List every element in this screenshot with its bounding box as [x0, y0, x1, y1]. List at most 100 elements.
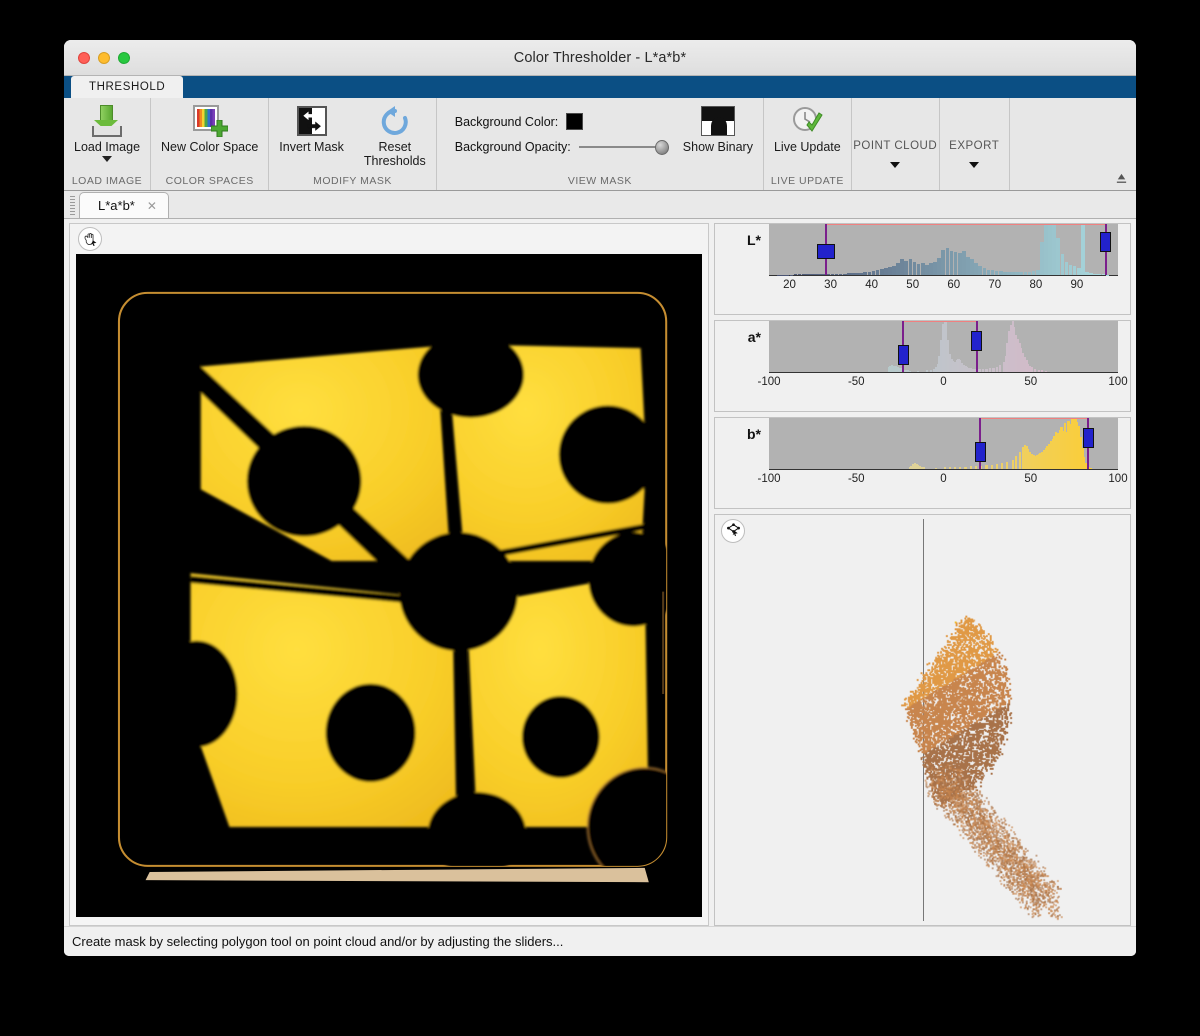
axis-tick: 100 [1108, 473, 1128, 485]
histogram-bin [1090, 467, 1093, 469]
histogram-bin [1097, 274, 1102, 275]
rotate-3d-icon[interactable] [721, 519, 745, 543]
histogram-bin [948, 466, 951, 469]
histogram-bin [1089, 273, 1093, 275]
histogram-bin [867, 271, 872, 275]
histogram-bin [1019, 272, 1024, 275]
histogram-bin [934, 467, 937, 469]
histogram-bin [900, 259, 905, 275]
histogram-plot-L[interactable] [769, 224, 1118, 276]
histogram-bin [988, 368, 992, 372]
histogram-bin [943, 467, 946, 469]
histogram-bin [1072, 266, 1077, 275]
threshold-handle-L-left[interactable] [817, 244, 836, 259]
histogram-bin [978, 369, 981, 372]
histogram-bin [995, 464, 998, 469]
load-image-button[interactable]: Load Image [64, 103, 150, 162]
axis-tick: 40 [865, 279, 879, 291]
histogram-bin [999, 365, 1002, 372]
axis-tick: 50 [1024, 473, 1038, 485]
histogram-bin [912, 262, 917, 275]
close-tab-icon[interactable]: ✕ [147, 199, 157, 213]
group-title-color-spaces: COLOR SPACES [165, 175, 254, 187]
live-update-button[interactable]: Live Update [764, 103, 851, 154]
group-title-view-mask: VIEW MASK [567, 175, 632, 187]
thresholded-image[interactable] [76, 254, 702, 917]
reset-thresholds-button[interactable]: Reset Thresholds [354, 103, 436, 168]
export-chevron-down-icon[interactable] [969, 162, 980, 168]
axis-tick: -100 [757, 473, 781, 485]
histogram-bin [1030, 367, 1033, 372]
histogram-ticks-b: -100 -50 0 50 100 [757, 471, 1127, 491]
histogram-bin [797, 274, 802, 275]
histogram-bin [981, 369, 985, 372]
histogram-bin [888, 267, 892, 275]
background-color-label: Background Color: [454, 114, 559, 129]
pan-hand-icon[interactable] [78, 227, 102, 251]
background-color-swatch[interactable] [566, 113, 584, 130]
reset-thresholds-label-line2: Thresholds [363, 154, 426, 168]
document-tab-lab[interactable]: L*a*b* ✕ [79, 192, 169, 218]
new-color-space-label: New Color Space [161, 140, 259, 154]
histogram-bin [1039, 242, 1044, 275]
show-binary-icon [700, 103, 735, 139]
histogram-bin [892, 265, 896, 275]
histogram-bin [1015, 456, 1018, 469]
histogram-bin [851, 273, 855, 275]
histogram-bin [871, 270, 876, 275]
histogram-bin [1018, 452, 1021, 469]
point-cloud-chevron-down-icon[interactable] [890, 162, 901, 168]
point-cloud-plot[interactable] [719, 519, 1126, 921]
histogram-bin [941, 249, 946, 275]
threshold-handle-b-left[interactable] [974, 442, 986, 462]
point-cloud-canvas[interactable] [719, 519, 1126, 921]
axis-tick: 60 [947, 279, 961, 291]
histogram-bin [933, 261, 937, 275]
histogram-bin [847, 273, 851, 275]
axis-tick: 70 [988, 279, 1002, 291]
histogram-bin [1035, 269, 1040, 275]
invert-mask-button[interactable]: Invert Mask [269, 103, 354, 154]
slider-knob[interactable] [654, 140, 669, 155]
histogram-plot-b[interactable] [769, 418, 1118, 470]
histogram-bin [926, 370, 929, 372]
controls-panel: L* 20 30 40 50 60 70 80 90 a* -100 -50 0 50 100 b* [714, 223, 1131, 926]
histogram-bin [810, 274, 814, 275]
ribbon-group-export[interactable]: EXPORT [940, 98, 1010, 190]
histogram-area-L: 20 30 40 50 60 70 80 90 [769, 224, 1130, 297]
histogram-bin [818, 274, 822, 275]
histogram-bin [1068, 264, 1073, 275]
background-opacity-slider[interactable] [578, 139, 669, 155]
window-title: Color Thresholder - L*a*b* [513, 49, 687, 66]
threshold-handle-b-right[interactable] [1082, 428, 1094, 448]
ribbon-group-point-cloud[interactable]: POINT CLOUD [852, 98, 940, 190]
histogram-bin [842, 273, 847, 275]
ribbon-group-live-update: Live Update LIVE UPDATE [764, 98, 852, 190]
threshold-handle-a-right[interactable] [971, 331, 983, 351]
point-cloud-panel[interactable] [714, 514, 1131, 926]
tab-threshold[interactable]: THRESHOLD [71, 76, 184, 98]
histogram-bin [838, 273, 843, 275]
new-color-space-icon [192, 103, 228, 139]
histogram-bin [994, 270, 999, 275]
histogram-bin [920, 262, 925, 275]
show-binary-label: Show Binary [682, 140, 753, 154]
histogram-bin [1052, 224, 1056, 275]
histogram-bin [1003, 271, 1007, 275]
export-label: EXPORT [949, 140, 1000, 152]
histogram-bin [974, 263, 978, 275]
show-binary-button[interactable]: Show Binary [669, 103, 763, 154]
threshold-handle-a-left[interactable] [897, 345, 909, 365]
collapse-ribbon-icon[interactable] [1112, 169, 1130, 187]
histogram-bin [990, 464, 993, 469]
histogram-bin [959, 466, 962, 469]
histogram-bin [917, 370, 920, 372]
ribbon-group-view-mask: Background Color: Background Opacity: Sh… [437, 98, 764, 190]
histogram-bin [1034, 368, 1037, 372]
threshold-handle-L-right[interactable] [1100, 232, 1112, 252]
chevron-down-icon[interactable] [102, 156, 113, 162]
histogram-plot-a[interactable] [769, 321, 1118, 373]
background-opacity-label: Background Opacity: [454, 140, 571, 154]
histogram-bin [805, 274, 810, 275]
new-color-space-button[interactable]: New Color Space [151, 103, 268, 154]
